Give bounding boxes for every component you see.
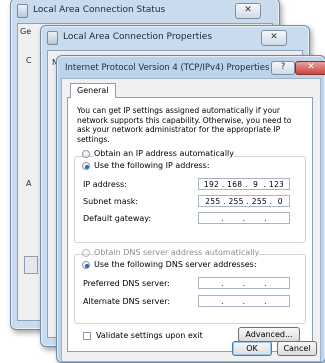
status-window-titlebar[interactable]: Local Area Connection Status ✕	[11, 0, 279, 21]
status-window-title: Local Area Connection Status	[33, 5, 166, 15]
dns-manual-label: Use the following DNS server addresses:	[94, 260, 257, 270]
subnet-mask-field[interactable]: 255 . 255 . 255 . 0	[198, 195, 290, 207]
preferred-dns-label: Preferred DNS server:	[83, 279, 170, 288]
ip-auto-radio[interactable]	[82, 150, 90, 158]
ok-button[interactable]: OK	[232, 341, 272, 356]
gateway-label: Default gateway:	[83, 214, 152, 223]
status-window-close-button[interactable]: ✕	[235, 3, 261, 19]
network-icon	[17, 4, 28, 18]
tab-general[interactable]: General	[70, 83, 116, 98]
alternate-dns-label: Alternate DNS server:	[83, 297, 171, 306]
status-window-stub-a: A	[26, 179, 32, 188]
ip-address-field[interactable]: 192 . 168 . 9 . 123	[198, 178, 290, 190]
dns-manual-radio[interactable]	[82, 261, 90, 269]
preferred-dns-field[interactable]: . . .	[198, 277, 290, 289]
dialog-close-button[interactable]: ✕	[295, 61, 325, 75]
advanced-button[interactable]: Advanced...	[238, 327, 300, 342]
validate-checkbox[interactable]	[83, 332, 91, 340]
dialog-titlebar[interactable]: Internet Protocol Version 4 (TCP/IPv4) P…	[57, 56, 325, 78]
status-window-tab-stub: Ge	[20, 27, 32, 36]
properties-window-close-button[interactable]: ✕	[261, 30, 287, 46]
gateway-field[interactable]: . . .	[198, 212, 290, 224]
cancel-button[interactable]: Cancel	[277, 341, 317, 356]
ip-address-label: IP address:	[83, 180, 127, 189]
network-icon	[47, 31, 58, 45]
properties-window-titlebar[interactable]: Local Area Connection Properties ✕	[41, 26, 309, 48]
status-window-button-stub	[24, 256, 38, 274]
description-text: You can get IP settings assigned automat…	[77, 106, 292, 144]
dialog-body: General You can get IP settings assigned…	[61, 78, 321, 362]
ip-manual-label: Use the following IP address:	[94, 161, 210, 171]
dialog-title: Internet Protocol Version 4 (TCP/IPv4) P…	[65, 63, 270, 73]
general-panel: You can get IP settings assigned automat…	[67, 97, 313, 352]
validate-label: Validate settings upon exit	[96, 331, 203, 340]
ipv4-properties-dialog[interactable]: Internet Protocol Version 4 (TCP/IPv4) P…	[56, 55, 325, 363]
alternate-dns-field[interactable]: . . .	[198, 295, 290, 307]
subnet-mask-label: Subnet mask:	[83, 197, 139, 206]
properties-window-title: Local Area Connection Properties	[63, 32, 213, 42]
help-button[interactable]: ?	[271, 61, 295, 75]
dns-auto-radio[interactable]	[82, 249, 90, 257]
ip-auto-label: Obtain an IP address automatically	[94, 149, 235, 159]
ip-manual-radio[interactable]	[82, 162, 90, 170]
status-window-stub-c: C	[26, 56, 32, 65]
dns-auto-label: Obtain DNS server address automatically	[94, 248, 260, 258]
